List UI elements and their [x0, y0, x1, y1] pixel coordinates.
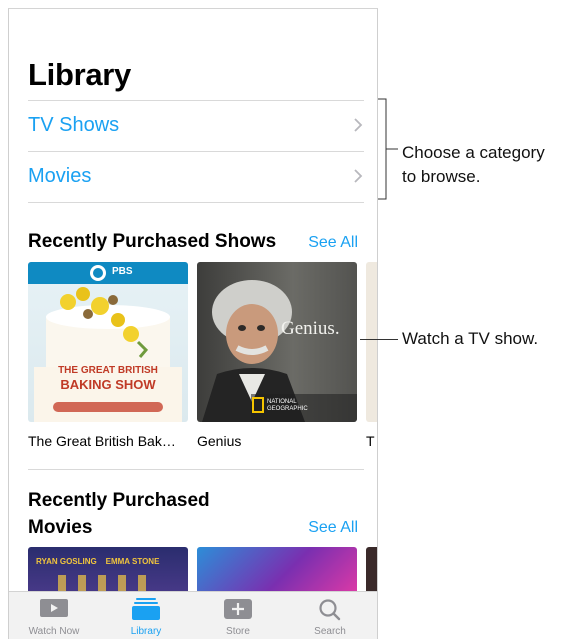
baking-show-artwork — [28, 262, 188, 422]
natgeo-badge-line-2: GEOGRAPHIC — [267, 406, 308, 412]
chevron-right-icon — [354, 169, 363, 183]
show-tile-partial[interactable] — [366, 262, 377, 422]
tab-watch-now-label: Watch Now — [28, 626, 80, 637]
pbs-badge: PBS — [112, 266, 133, 277]
natgeo-badge-line-1: NATIONAL — [267, 399, 297, 405]
store-icon — [224, 599, 252, 619]
shows-section-title: Recently Purchased Shows — [28, 231, 277, 252]
shows-see-all-link[interactable]: See All — [308, 234, 358, 252]
genius-art-title: Genius. — [281, 318, 340, 339]
library-icon — [132, 598, 160, 620]
tab-store-label: Store — [226, 626, 250, 637]
row-tv-shows[interactable]: TV Shows — [28, 101, 364, 151]
watch-callout-line — [360, 339, 398, 340]
show-tile-great-british-baking-show[interactable]: PBS THE GREAT BRITISH BAKING SHOW — [28, 262, 188, 422]
show-caption-partial: T — [366, 433, 375, 449]
page-title: Library — [28, 57, 131, 92]
watch-now-icon — [40, 599, 68, 617]
row-movies-label: Movies — [28, 165, 92, 187]
tab-bar: Watch Now Library Store Search — [9, 591, 377, 639]
movies-section-title: Recently Purchased Movies — [28, 487, 210, 541]
baking-show-art-text-2: BAKING SHOW — [60, 377, 156, 392]
tab-watch-now[interactable]: Watch Now — [9, 592, 99, 639]
divider — [28, 469, 364, 470]
tab-search[interactable]: Search — [285, 592, 375, 639]
baking-show-art-text-1: THE GREAT BRITISH — [58, 365, 158, 376]
movie-art-text: RYAN GOSLING EMMA STONE — [36, 557, 160, 566]
tab-store[interactable]: Store — [193, 592, 283, 639]
natgeo-badge: NATIONAL GEOGRAPHIC — [267, 399, 308, 413]
chevron-right-icon — [354, 118, 363, 132]
movies-see-all-link[interactable]: See All — [308, 519, 358, 537]
category-callout-bracket — [378, 98, 398, 200]
show-tile-genius[interactable]: Genius. NATIONAL GEOGRAPHIC — [197, 262, 357, 422]
search-icon — [319, 599, 341, 621]
tab-search-label: Search — [314, 626, 346, 637]
row-movies[interactable]: Movies — [28, 152, 364, 202]
movies-section-title-line-2: Movies — [28, 517, 93, 538]
row-tv-shows-label: TV Shows — [28, 114, 120, 136]
category-callout-line-1: Choose a category — [402, 143, 545, 162]
show-caption-genius: Genius — [197, 433, 242, 449]
divider — [28, 202, 364, 203]
show-caption-baking: The Great British Bak… — [28, 433, 176, 449]
category-callout-line-2: to browse. — [402, 167, 481, 186]
movie-tile-la-la-land[interactable]: RYAN GOSLING EMMA STONE — [28, 547, 188, 597]
movie-tile-partial[interactable] — [366, 547, 377, 597]
watch-callout-text: Watch a TV show. — [402, 329, 539, 348]
category-callout-text: Choose a category to browse. — [402, 141, 545, 189]
phone-screen: Library TV Shows Movies Recently Purchas… — [8, 8, 378, 639]
tab-library[interactable]: Library — [101, 592, 191, 639]
genius-artwork — [202, 280, 357, 422]
movie-tile-2[interactable] — [197, 547, 357, 597]
movies-section-title-line-1: Recently Purchased — [28, 490, 210, 511]
tab-library-label: Library — [130, 626, 162, 637]
